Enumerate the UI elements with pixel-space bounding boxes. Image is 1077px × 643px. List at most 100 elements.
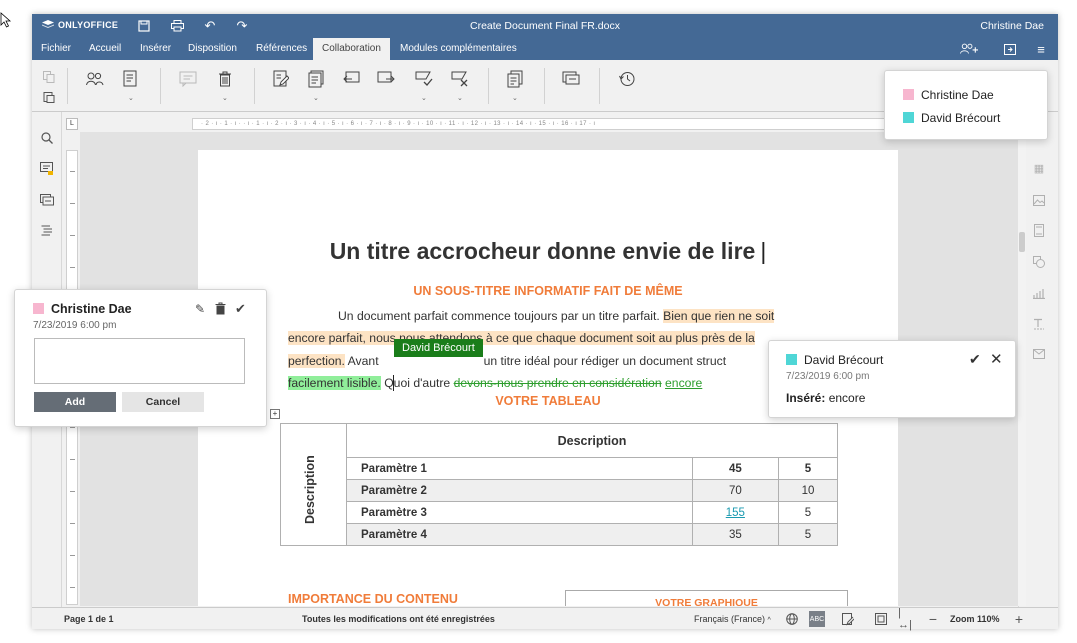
vertical-scrollbar[interactable] — [1018, 132, 1026, 606]
delete-comment-trash-icon[interactable] — [215, 302, 227, 316]
table-cell-value[interactable]: 5 — [778, 501, 838, 524]
zoom-level[interactable]: Zoom 110% — [950, 614, 1000, 624]
line3-text-b[interactable]: un titre idéal pour rédiger un document … — [484, 354, 727, 368]
document-subtitle[interactable]: UN SOUS-TITRE INFORMATIF FAIT DE MÊME — [198, 284, 898, 298]
zoom-out-icon[interactable]: − — [925, 611, 941, 627]
chart-placeholder-box[interactable]: VOTRE GRAPHIQUE — [565, 590, 848, 606]
compare-icon[interactable]: ⌄ — [504, 68, 526, 102]
table-cell-label[interactable]: Paramètre 4 — [346, 523, 693, 546]
table-side-cell[interactable]: Description — [280, 423, 347, 546]
tab-accueil[interactable]: Accueil — [83, 38, 127, 60]
open-location-icon[interactable] — [1001, 41, 1019, 57]
zoom-in-icon[interactable]: + — [1011, 611, 1027, 627]
table-cell-value[interactable]: 10 — [778, 479, 838, 502]
resolve-comment-check-icon[interactable]: ✔ — [235, 301, 246, 317]
chat-panel-icon[interactable] — [39, 192, 55, 208]
text-art-icon[interactable] — [1031, 316, 1047, 332]
table-header[interactable]: Description — [346, 423, 838, 458]
table-cell-value[interactable]: 45 — [691, 457, 780, 480]
accept-change-check-icon[interactable]: ✔ — [969, 351, 981, 368]
deleted-text[interactable]: devons-nous prendre en considération — [454, 376, 662, 390]
edit-comment-icon[interactable]: ✎ — [195, 302, 205, 316]
header-footer-icon[interactable] — [1031, 222, 1047, 238]
version-history-icon[interactable] — [616, 68, 638, 90]
sharing-icon[interactable] — [84, 68, 106, 90]
spellcheck-icon[interactable]: ABC — [809, 611, 825, 627]
line2-highlight[interactable]: encore parfait, nous nous attendons à ce… — [288, 331, 755, 345]
reject-change-icon[interactable]: ⌄ — [449, 68, 471, 102]
line1-highlight[interactable]: Bien que rien ne soit — [663, 309, 775, 323]
chart-box-title[interactable]: VOTRE GRAPHIQUE — [566, 597, 847, 606]
document-heading-text[interactable]: Un titre accrocheur donne envie de lire — [330, 238, 756, 264]
image-settings-icon[interactable] — [1031, 192, 1047, 208]
search-icon[interactable] — [39, 130, 55, 146]
copy-icon[interactable] — [38, 66, 60, 88]
importance-section-title[interactable]: IMPORTANCE DU CONTENU — [288, 592, 458, 606]
doc-language-icon[interactable] — [784, 611, 800, 627]
display-mode-icon[interactable]: ⌄ — [305, 68, 327, 102]
previous-change-icon[interactable] — [341, 68, 363, 90]
tab-fichier[interactable]: Fichier — [35, 38, 77, 60]
tab-stop-selector[interactable]: L — [66, 118, 78, 130]
add-comment-button[interactable]: Add — [34, 392, 116, 412]
menu-icon[interactable]: ≡ — [1032, 41, 1050, 57]
inserted-text[interactable]: encore — [665, 376, 702, 390]
table-cell-label[interactable]: Paramètre 1 — [346, 457, 693, 480]
delete-comment-icon[interactable]: ⌄ — [214, 68, 236, 102]
line1-text[interactable]: Un document parfait commence toujours pa… — [338, 309, 663, 323]
track-changes-icon[interactable] — [270, 68, 292, 90]
tab-modules[interactable]: Modules complémentaires — [394, 38, 523, 60]
track-changes-status-icon[interactable] — [840, 611, 856, 627]
table-cell-label[interactable]: Paramètre 2 — [346, 479, 693, 502]
horizontal-ruler[interactable]: · 2 · ı · 1 · ı · · ı · 1 · ı · 2 · ı · … — [192, 118, 892, 130]
accept-change-icon[interactable]: ⌄ — [413, 68, 435, 102]
table-settings-icon[interactable]: ▦ — [1031, 160, 1047, 176]
paste-icon[interactable] — [38, 86, 60, 108]
next-change-icon[interactable] — [375, 68, 397, 90]
table-side-label[interactable]: Description — [303, 455, 317, 524]
comments-icon[interactable] — [39, 161, 55, 177]
document-heading[interactable]: Un titre accrocheur donne envie de lire | — [198, 238, 898, 265]
page-indicator[interactable]: Page 1 de 1 — [64, 614, 114, 624]
fit-page-icon[interactable] — [873, 611, 889, 627]
comment-input[interactable] — [34, 338, 245, 384]
table-cell-value[interactable]: 155 — [691, 501, 780, 524]
table-cell-value[interactable]: 70 — [691, 479, 780, 502]
tab-references[interactable]: Références — [250, 38, 313, 60]
paragraph-line-1[interactable]: Un document parfait commence toujours pa… — [288, 305, 848, 328]
mail-merge-icon[interactable] — [1031, 346, 1047, 362]
table-cell-label[interactable]: Paramètre 3 — [346, 501, 693, 524]
access-rights-icon[interactable] — [960, 41, 978, 57]
tab-collaboration[interactable]: Collaboration — [313, 38, 390, 60]
table-move-handle[interactable]: + — [270, 409, 280, 419]
table-row[interactable]: Paramètre 2 70 10 — [281, 479, 838, 502]
paragraph-line-3[interactable]: perfection. Avant un titre idéal pour réd… — [288, 350, 848, 373]
line3-highlight[interactable]: perfection. — [288, 354, 345, 368]
table-cell-value[interactable]: 35 — [691, 523, 780, 546]
table-row[interactable]: Paramètre 4 35 5 — [281, 523, 838, 546]
language-label[interactable]: Français (France) — [694, 614, 765, 624]
table-row[interactable]: Paramètre 1 45 5 — [281, 457, 838, 480]
add-comment-icon[interactable] — [177, 68, 199, 90]
tab-disposition[interactable]: Disposition — [182, 38, 243, 60]
cancel-comment-button[interactable]: Cancel — [122, 392, 204, 412]
table-cell-value[interactable]: 5 — [778, 457, 838, 480]
fit-width-icon[interactable]: |↔| — [898, 607, 914, 631]
current-user-name[interactable]: Christine Dae — [980, 20, 1044, 32]
table-cell-value[interactable]: 5 — [778, 523, 838, 546]
paragraph-line-4[interactable]: facilement lisible. Quoi d'autre devons-… — [288, 372, 848, 395]
chart-settings-icon[interactable] — [1031, 285, 1047, 301]
table-row[interactable]: Paramètre 3 155 5 — [281, 501, 838, 524]
line3-text-a[interactable]: Avant — [345, 354, 379, 368]
line4-text[interactable]: Quoi d'autre — [381, 376, 454, 390]
navigation-icon[interactable] — [39, 222, 55, 238]
scrollbar-thumb[interactable] — [1019, 232, 1025, 252]
reject-change-close-icon[interactable]: ✕ — [990, 350, 1003, 368]
line4-highlight[interactable]: facilement lisible. — [288, 376, 381, 390]
language-selector[interactable]: Français (France) ^ — [694, 614, 771, 624]
co-editing-mode-icon[interactable]: ⌄ — [120, 68, 142, 102]
chat-icon[interactable] — [560, 68, 582, 90]
paragraph-line-2[interactable]: encore parfait, nous nous attendons à ce… — [288, 327, 848, 350]
tab-inserer[interactable]: Insérer — [134, 38, 177, 60]
shape-settings-icon[interactable] — [1031, 254, 1047, 270]
